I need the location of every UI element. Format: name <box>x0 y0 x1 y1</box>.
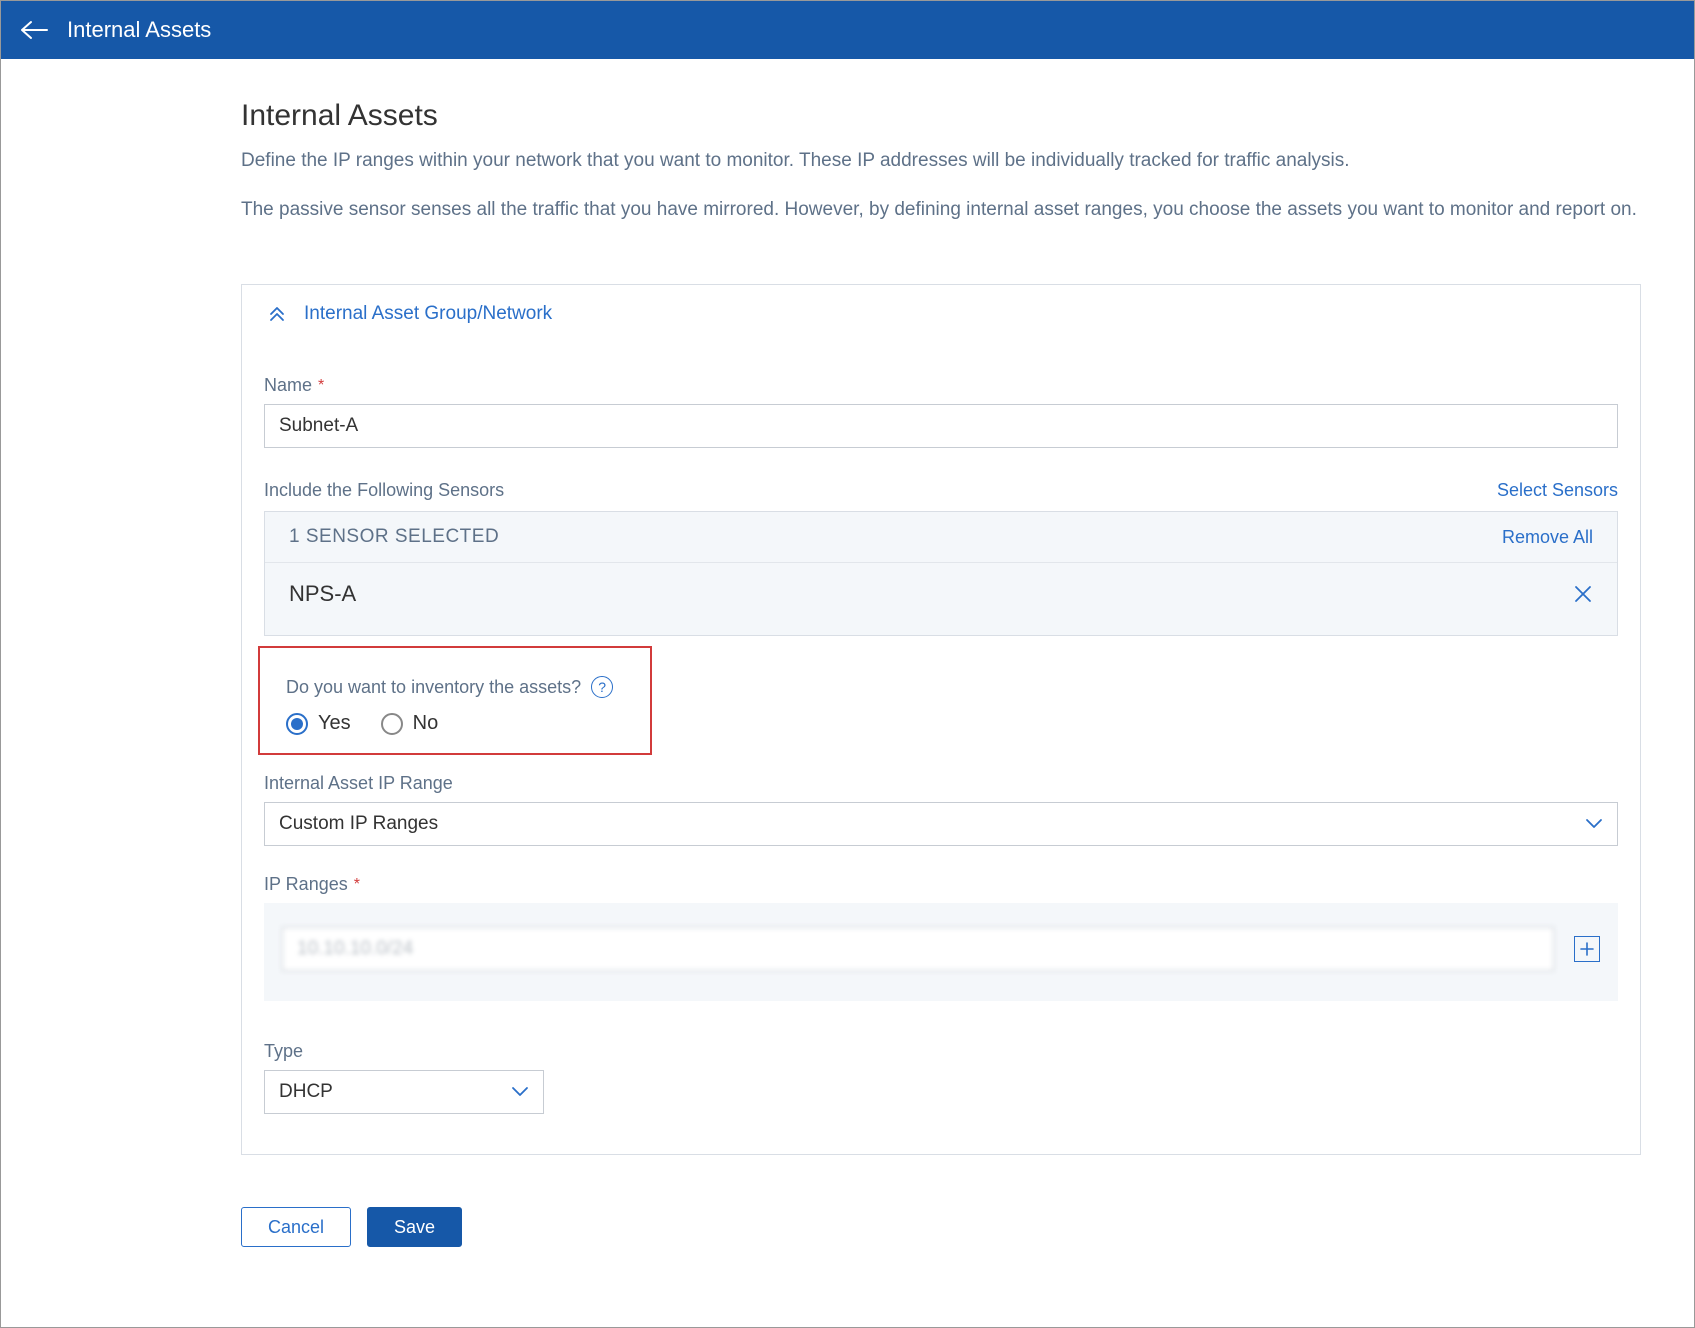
name-field: Name * <box>242 375 1640 448</box>
iprange-select[interactable]: Custom IP Ranges <box>264 802 1618 846</box>
type-label: Type <box>264 1041 303 1062</box>
window: Internal Assets Internal Assets Define t… <box>0 0 1695 1328</box>
required-marker: * <box>318 377 324 395</box>
help-icon[interactable]: ? <box>591 676 613 698</box>
topbar: Internal Assets <box>1 1 1694 59</box>
collapse-icon <box>268 305 286 323</box>
page-description-2: The passive sensor senses all the traffi… <box>241 196 1641 225</box>
type-select[interactable]: DHCP <box>264 1070 544 1114</box>
page-description-1: Define the IP ranges within your network… <box>241 147 1641 176</box>
sensor-count-text: 1 SENSOR SELECTED <box>289 526 499 548</box>
radio-dot-icon <box>381 713 403 735</box>
ipranges-field: IP Ranges * <box>242 874 1640 1001</box>
sensor-name: NPS-A <box>289 581 356 607</box>
sensor-box: 1 SENSOR SELECTED Remove All NPS-A <box>264 511 1618 636</box>
panel-header[interactable]: Internal Asset Group/Network <box>242 285 1640 335</box>
topbar-title: Internal Assets <box>67 17 211 43</box>
iprange-input[interactable] <box>282 927 1554 971</box>
page-title: Internal Assets <box>241 99 1647 133</box>
asset-group-panel: Internal Asset Group/Network Name * Incl… <box>241 284 1641 1155</box>
required-marker: * <box>354 876 360 894</box>
inventory-highlight: Do you want to inventory the assets? ? Y… <box>258 646 652 755</box>
panel-header-title: Internal Asset Group/Network <box>304 303 552 325</box>
sensors-label: Include the Following Sensors <box>264 480 504 501</box>
chevron-down-icon <box>511 1086 529 1098</box>
inventory-question: Do you want to inventory the assets? <box>286 677 581 698</box>
iprange-field: Internal Asset IP Range Custom IP Ranges <box>242 773 1640 846</box>
radio-no-label: No <box>413 712 439 735</box>
radio-dot-icon <box>286 713 308 735</box>
content-area: Internal Assets Define the IP ranges wit… <box>1 59 1647 1247</box>
radio-yes-label: Yes <box>318 712 351 735</box>
sensors-block: Include the Following Sensors Select Sen… <box>242 480 1640 636</box>
name-input[interactable] <box>264 404 1618 448</box>
remove-all-link[interactable]: Remove All <box>1502 527 1593 548</box>
type-value: DHCP <box>279 1081 333 1103</box>
back-arrow-icon[interactable] <box>19 20 49 40</box>
inventory-radio-no[interactable]: No <box>381 712 439 735</box>
ipranges-label: IP Ranges <box>264 874 348 895</box>
add-iprange-button[interactable] <box>1574 936 1600 962</box>
inventory-radio-yes[interactable]: Yes <box>286 712 351 735</box>
cancel-button[interactable]: Cancel <box>241 1207 351 1247</box>
save-button[interactable]: Save <box>367 1207 462 1247</box>
chevron-down-icon <box>1585 818 1603 830</box>
name-label: Name <box>264 375 312 396</box>
select-sensors-link[interactable]: Select Sensors <box>1497 480 1618 501</box>
sensor-row: NPS-A <box>265 563 1617 635</box>
iprange-label: Internal Asset IP Range <box>264 773 453 794</box>
footer-buttons: Cancel Save <box>241 1207 1647 1247</box>
iprange-value: Custom IP Ranges <box>279 813 438 835</box>
type-field: Type DHCP <box>242 1041 1640 1114</box>
remove-sensor-icon[interactable] <box>1573 584 1593 604</box>
